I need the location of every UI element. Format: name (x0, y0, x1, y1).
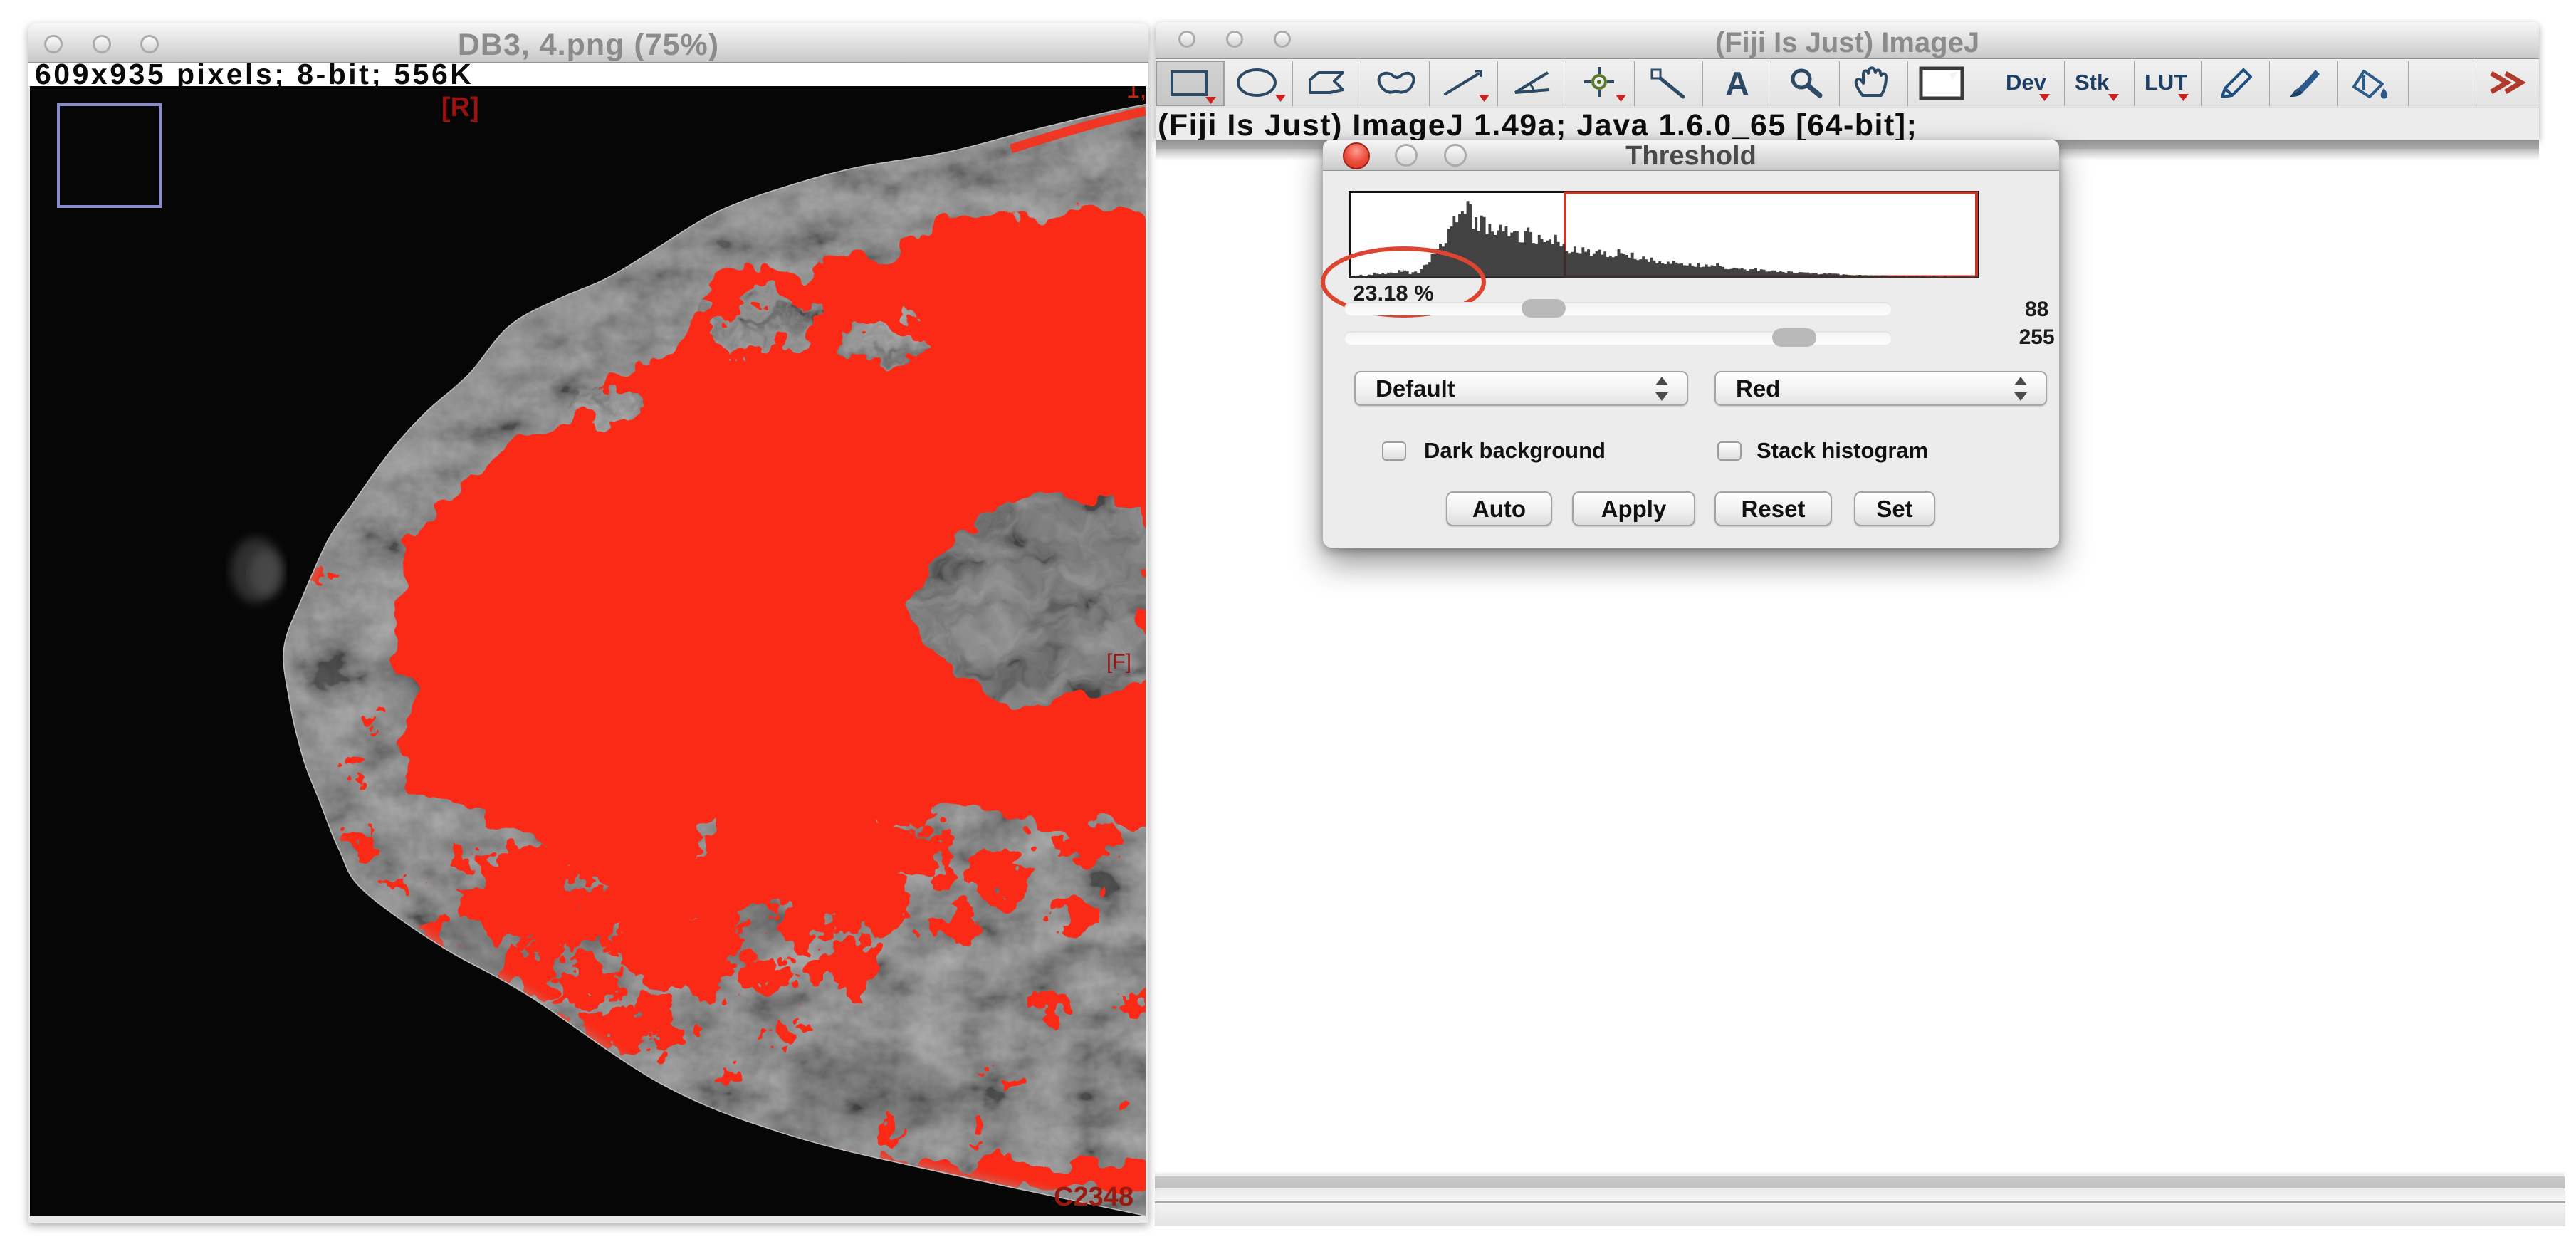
svg-text:A: A (1725, 65, 1749, 102)
svg-text:[R]: [R] (441, 93, 479, 122)
svg-text:Dev: Dev (2006, 70, 2047, 95)
svg-text:1,: 1, (1126, 86, 1146, 103)
svg-text:Stk: Stk (2075, 70, 2110, 95)
svg-text:[F]: [F] (1106, 650, 1131, 674)
svg-text:C2348: C2348 (1054, 1182, 1133, 1212)
svg-text:LUT: LUT (2145, 70, 2187, 95)
